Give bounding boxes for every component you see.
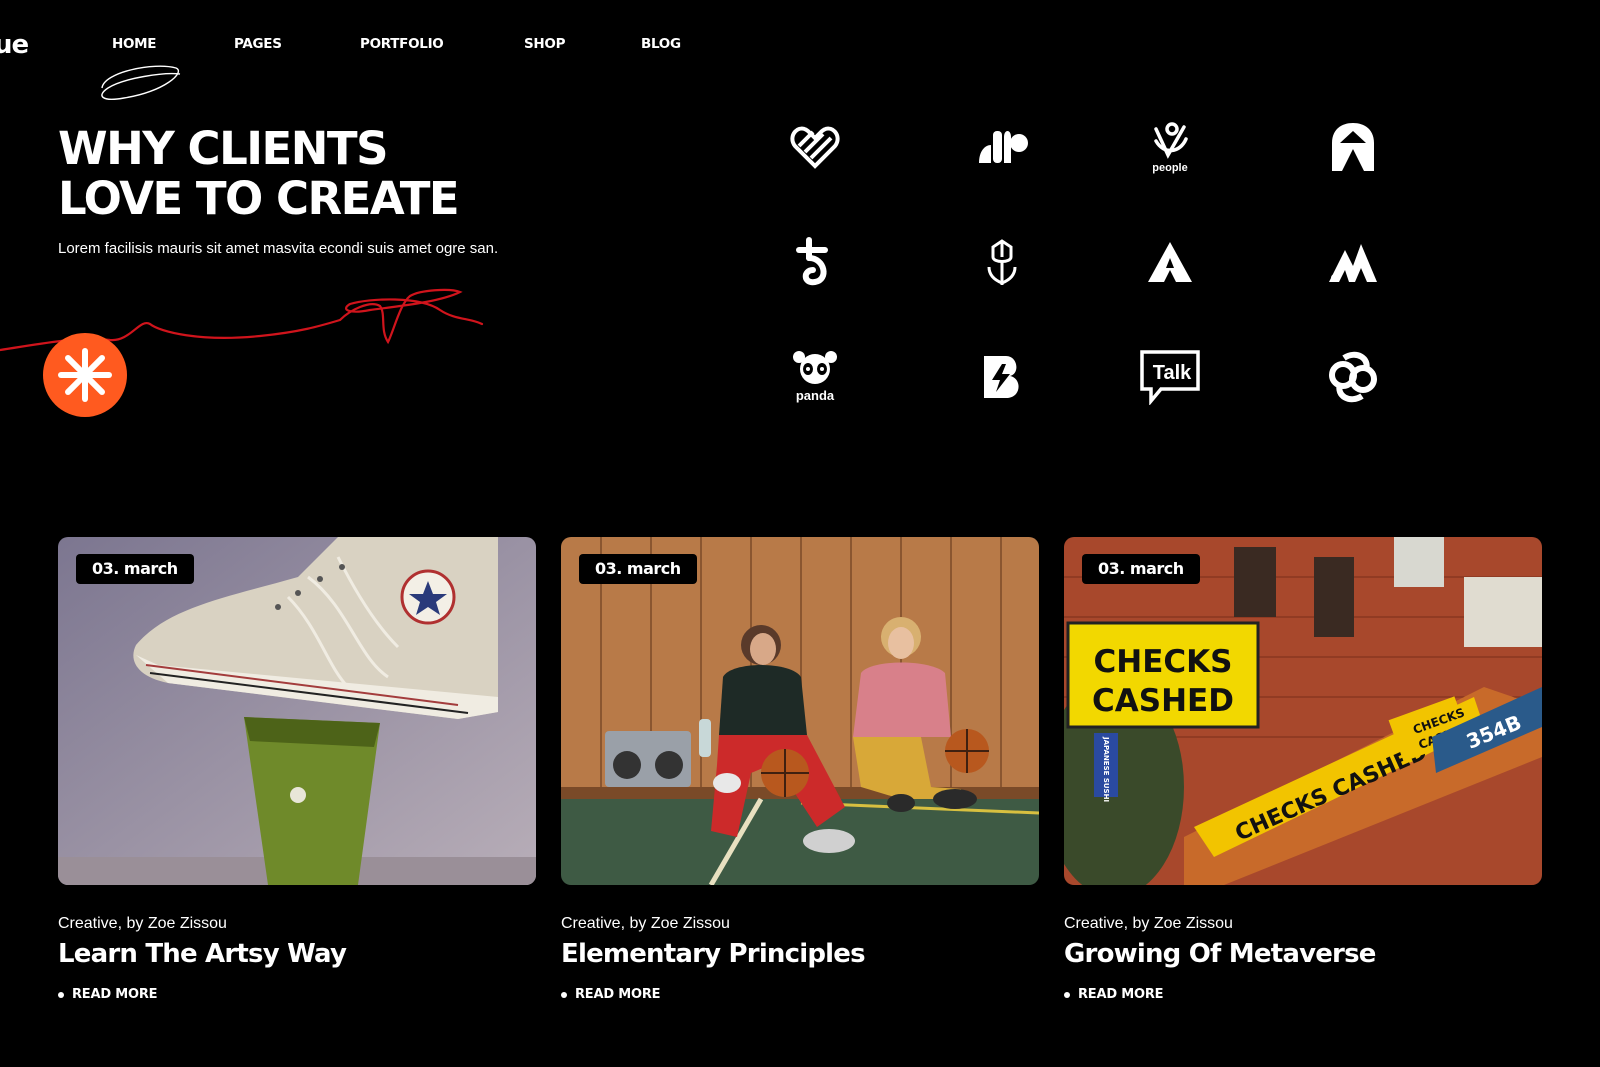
nav-home[interactable]: HOME xyxy=(112,36,157,52)
nav-pages[interactable]: PAGES xyxy=(234,36,282,52)
tulip-icon xyxy=(967,227,1037,297)
nav-shop[interactable]: SHOP xyxy=(524,36,566,52)
knot-icon xyxy=(1318,342,1388,412)
hero-title-line2: LOVE TO CREATE xyxy=(58,172,460,225)
svg-text:CASHED: CASHED xyxy=(1092,683,1234,719)
post-meta: Creative, by Zoe Zissou xyxy=(561,915,730,932)
active-scribble-icon xyxy=(101,65,181,100)
svg-text:people: people xyxy=(1152,162,1187,174)
blog-card[interactable]: 03. march Creative, by Zoe Zissou Elemen… xyxy=(561,537,1039,1002)
a-triangle-icon xyxy=(1135,227,1205,297)
read-more-link[interactable]: READ MORE xyxy=(561,987,661,1002)
hero-title: WHY CLIENTS LOVE TO CREATE xyxy=(58,122,460,225)
bullet-icon xyxy=(561,991,567,998)
arch-logo-icon xyxy=(1318,112,1388,182)
read-more-link[interactable]: READ MORE xyxy=(58,987,158,1002)
people-logo-icon: people xyxy=(1135,110,1205,180)
read-more-label: READ MORE xyxy=(72,987,158,1002)
post-meta: Creative, by Zoe Zissou xyxy=(1064,915,1233,932)
svg-text:JAPANESE SUSHI: JAPANESE SUSHI xyxy=(1102,736,1110,802)
checks-cashed-street-photo[interactable]: CHECKS CASHED CHECKS CASHED CHECKS CASHE… xyxy=(1064,537,1542,885)
svg-text:CHECKS: CHECKS xyxy=(1094,644,1233,680)
asterisk-icon xyxy=(58,348,112,402)
date-badge: 03. march xyxy=(579,554,697,584)
client-logo-grid: people panda Talk xyxy=(780,112,1420,422)
asterisk-badge xyxy=(43,333,127,417)
read-more-label: READ MORE xyxy=(575,987,661,1002)
nav-portfolio[interactable]: PORTFOLIO xyxy=(360,36,444,52)
svg-text:panda: panda xyxy=(796,388,835,403)
date-badge: 03. march xyxy=(76,554,194,584)
basketball-girls-photo[interactable]: 03. march xyxy=(561,537,1039,885)
post-title[interactable]: Elementary Principles xyxy=(561,939,866,969)
blog-card[interactable]: CHECKS CASHED CHECKS CASHED CHECKS CASHE… xyxy=(1064,537,1542,1002)
brand-logo[interactable]: ue xyxy=(0,30,29,60)
sneaker-photo[interactable]: 03. march xyxy=(58,537,536,885)
hero-title-line1: WHY CLIENTS xyxy=(58,122,389,175)
post-meta: Creative, by Zoe Zissou xyxy=(58,915,227,932)
talk-bubble-icon: Talk xyxy=(1135,342,1205,412)
nav-blog[interactable]: BLOG xyxy=(641,36,681,52)
read-more-label: READ MORE xyxy=(1078,987,1164,1002)
heart-stripes-icon xyxy=(780,112,850,182)
t-loop-icon xyxy=(780,227,850,297)
panda-logo-icon: panda xyxy=(780,342,850,412)
bullet-icon xyxy=(58,991,64,998)
blog-card[interactable]: 03. march Creative, by Zoe Zissou Learn … xyxy=(58,537,536,1002)
m-peaks-icon xyxy=(1318,227,1388,297)
bullet-icon xyxy=(1064,991,1070,998)
post-title[interactable]: Growing Of Metaverse xyxy=(1064,939,1376,969)
read-more-link[interactable]: READ MORE xyxy=(1064,987,1164,1002)
date-badge: 03. march xyxy=(1082,554,1200,584)
abstract-blob-icon xyxy=(967,112,1037,182)
b-bolt-icon xyxy=(967,342,1037,412)
hero-subtitle: Lorem facilisis mauris sit amet masvita … xyxy=(58,240,499,257)
svg-text:Talk: Talk xyxy=(1153,362,1192,384)
post-title[interactable]: Learn The Artsy Way xyxy=(58,939,347,969)
